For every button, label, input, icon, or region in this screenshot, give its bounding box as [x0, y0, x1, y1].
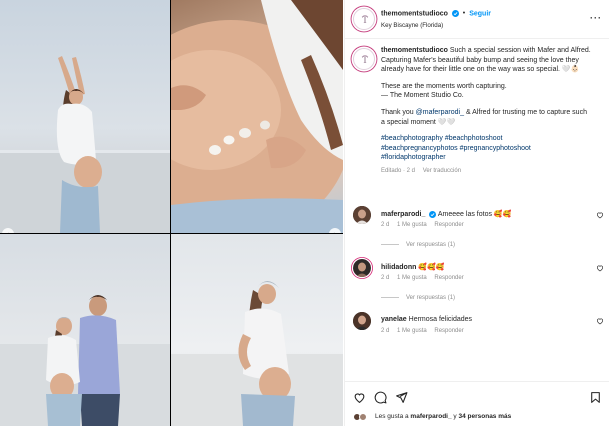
chevron-left-icon[interactable]: ‹	[2, 228, 14, 233]
mention-link[interactable]: @maferparodi_	[416, 109, 464, 116]
caption-meta: Editado · 2 d Ver traducción	[381, 167, 591, 177]
heart-icon[interactable]	[596, 317, 604, 325]
likes-others[interactable]: 34 personas más	[458, 413, 511, 420]
photo-beach-stretch-illustration	[0, 56, 170, 233]
view-replies[interactable]: Ver respuestas (1)	[381, 295, 455, 301]
comments-scroll[interactable]: T themomentstudioco Such a special sessi…	[345, 40, 609, 380]
header-user-row: themomentstudioco • Seguir	[381, 10, 491, 17]
bookmark-icon[interactable]	[589, 391, 602, 404]
hashtags: #beachphotography #beachphotoshoot #beac…	[381, 134, 591, 163]
caption-thanks: Thank you	[381, 108, 414, 116]
comment-time: 2 d	[381, 328, 390, 334]
post-panel: T themomentstudioco • Seguir Key Biscayn…	[344, 0, 609, 426]
avatar-photo	[353, 259, 371, 277]
header-username[interactable]: themomentstudioco	[381, 10, 448, 17]
view-replies[interactable]: Ver respuestas (1)	[381, 242, 455, 248]
likes-summary: Les gusta a maferparodi_ y 34 personas m…	[353, 413, 511, 421]
edited-label: Editado · 2 d	[381, 167, 416, 174]
replies-divider	[381, 243, 399, 245]
comment-time: 2 d	[381, 275, 390, 281]
photo-beach-stretch: ‹	[0, 0, 170, 233]
comment-meta: 2 d 1 Me gusta Responder	[381, 328, 470, 334]
comment-time: 2 d	[381, 222, 390, 228]
comment-text: Ameeee las fotos 🥰🥰	[437, 211, 512, 218]
chevron-right-icon[interactable]: ›	[329, 228, 341, 233]
avatar-photo	[353, 206, 371, 224]
comment-likes[interactable]: 1 Me gusta	[397, 275, 427, 281]
likes-user[interactable]: maferparodi_	[410, 413, 451, 420]
view-replies-label[interactable]: Ver respuestas (1)	[406, 242, 455, 248]
photo-belly-shells-illustration	[171, 0, 343, 233]
comment-likes[interactable]: 1 Me gusta	[397, 222, 427, 228]
comment-body: maferparodi_ Ameeee las fotos 🥰🥰	[381, 210, 581, 218]
photo-beach-portrait	[171, 234, 343, 426]
comment-meta: 2 d 1 Me gusta Responder	[381, 222, 470, 228]
comment-body: hilidadonn 🥰🥰🥰	[381, 263, 581, 271]
likes-conjunction: y	[453, 413, 457, 420]
verified-icon	[429, 210, 437, 218]
heart-icon[interactable]	[596, 211, 604, 219]
comment-likes[interactable]: 1 Me gusta	[397, 328, 427, 334]
verified-icon	[451, 10, 459, 17]
heart-icon[interactable]	[596, 264, 604, 272]
replies-divider	[381, 296, 399, 298]
photo-beach-portrait-illustration	[171, 281, 343, 426]
brand-logo-icon: T	[361, 15, 368, 25]
hashtag-line[interactable]: #floridaphotographer	[381, 154, 446, 161]
caption-signature: — The Moment Studio Co.	[381, 92, 464, 100]
comment-text: 🥰🥰🥰	[418, 264, 445, 271]
photo-couple-beach-illustration	[0, 295, 170, 426]
more-options-icon[interactable]: ···	[590, 13, 602, 23]
hashtag-line[interactable]: #beachpregnancyphotos #pregnancyphotosho…	[381, 145, 531, 152]
post-header: T themomentstudioco • Seguir Key Biscayn…	[345, 0, 609, 39]
reply-button[interactable]: Responder	[434, 328, 463, 334]
comment-meta: 2 d 1 Me gusta Responder	[381, 275, 470, 281]
separator-dot: •	[462, 10, 466, 18]
avatar-photo	[353, 312, 371, 330]
photo-couple-beach	[0, 234, 170, 426]
comment-username[interactable]: hilidadonn	[381, 264, 416, 271]
commenter-avatar[interactable]	[353, 259, 371, 277]
reply-button[interactable]: Responder	[434, 222, 463, 228]
likes-prefix: Les gusta a	[375, 413, 409, 420]
comment-icon[interactable]	[374, 391, 387, 404]
photo-belly-shells: ›	[171, 0, 343, 233]
commenter-avatar[interactable]	[353, 312, 371, 330]
comment-body: yanelae Hermosa felicidades	[381, 316, 581, 323]
post-media[interactable]: ‹ ›	[0, 0, 343, 426]
comment-text: Hermosa felicidades	[408, 316, 473, 323]
location-link[interactable]: Key Biscayne (Florida)	[381, 22, 443, 29]
view-replies-label[interactable]: Ver respuestas (1)	[406, 295, 455, 301]
follow-button[interactable]: Seguir	[469, 10, 491, 17]
liker-avatar	[359, 413, 367, 421]
post-caption: themomentstudioco Such a special session…	[381, 46, 591, 177]
caption-username[interactable]: themomentstudioco	[381, 47, 448, 54]
comment-username[interactable]: maferparodi_	[381, 211, 425, 218]
brand-logo-icon: T	[361, 55, 368, 65]
commenter-avatar[interactable]	[353, 206, 371, 224]
share-icon[interactable]	[395, 391, 408, 404]
caption-avatar[interactable]: T	[353, 48, 375, 70]
see-translation-link[interactable]: Ver traducción	[423, 168, 461, 174]
hashtag-line[interactable]: #beachphotography #beachphotoshoot	[381, 135, 502, 142]
caption-quote: These are the moments worth capturing.	[381, 82, 507, 90]
like-heart-icon[interactable]	[353, 391, 366, 404]
post-actions: Les gusta a maferparodi_ y 34 personas m…	[345, 381, 609, 426]
profile-avatar[interactable]: T	[353, 8, 375, 30]
comment-username[interactable]: yanelae	[381, 316, 407, 323]
reply-button[interactable]: Responder	[434, 275, 463, 281]
